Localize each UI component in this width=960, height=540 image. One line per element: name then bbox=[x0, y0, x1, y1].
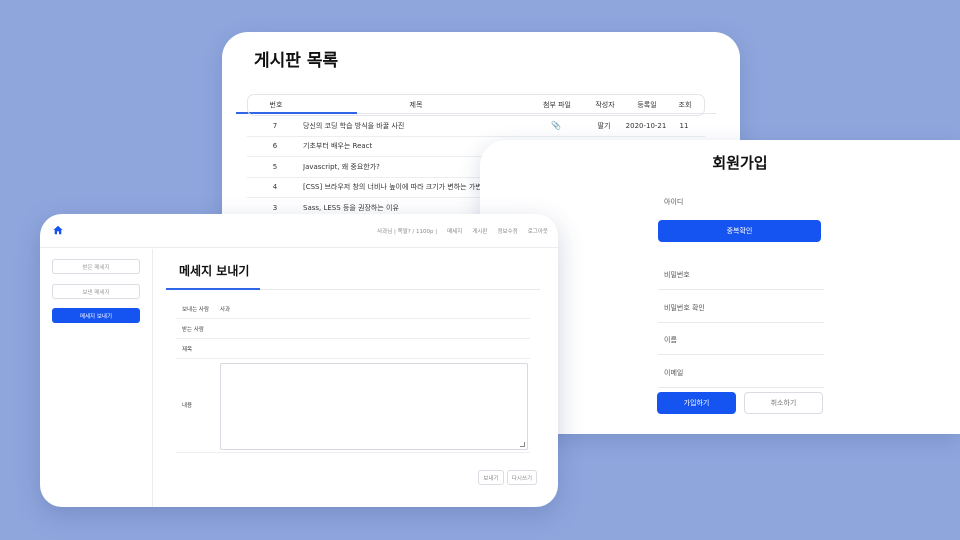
sender-row: 보내는 사람 사과 bbox=[176, 299, 530, 319]
nav-edit-profile[interactable]: 정보수정 bbox=[498, 227, 518, 235]
join-button[interactable]: 가입하기 bbox=[657, 392, 736, 414]
content-label: 내용 bbox=[182, 403, 193, 409]
row-title[interactable]: 당신의 코딩 학습 방식을 바꿀 사진 bbox=[303, 121, 527, 131]
cancel-button[interactable]: 취소하기 bbox=[744, 392, 823, 414]
resize-handle-icon[interactable] bbox=[520, 442, 525, 447]
message-window: 사과님 | 쪽팔? / 1100p | 메세지 게시판 정보수정 로그아웃 받은… bbox=[40, 214, 558, 507]
email-field[interactable]: 이메일 bbox=[658, 358, 824, 388]
top-nav: 사과님 | 쪽팔? / 1100p | 메세지 게시판 정보수정 로그아웃 bbox=[377, 227, 548, 235]
duplicate-check-button[interactable]: 중복확인 bbox=[658, 220, 821, 242]
table-row[interactable]: 7 당신의 코딩 학습 방식을 바꿀 사진 📎 딸기 2020-10-21 11 bbox=[247, 116, 705, 137]
col-title: 제목 bbox=[409, 101, 423, 109]
row-no: 3 bbox=[272, 203, 278, 212]
paperclip-icon[interactable]: 📎 bbox=[527, 121, 585, 130]
col-date: 등록일 bbox=[637, 101, 657, 109]
content-textarea[interactable] bbox=[220, 363, 528, 450]
sidebar-item-sent[interactable]: 보낸 메세지 bbox=[52, 284, 140, 299]
board-title: 게시판 목록 bbox=[254, 51, 339, 71]
title-underline bbox=[166, 288, 260, 290]
row-no: 6 bbox=[272, 142, 278, 151]
nav-board[interactable]: 게시판 bbox=[472, 227, 487, 235]
row-no: 7 bbox=[272, 121, 278, 130]
nav-message[interactable]: 메세지 bbox=[447, 227, 462, 235]
row-writer: 딸기 bbox=[597, 121, 611, 130]
page-title: 메세지 보내기 bbox=[179, 264, 250, 278]
subject-label: 제목 bbox=[182, 346, 193, 353]
receiver-row[interactable]: 받는 사람 bbox=[176, 319, 530, 339]
top-bar: 사과님 | 쪽팔? / 1100p | 메세지 게시판 정보수정 로그아웃 bbox=[40, 214, 558, 248]
id-field[interactable]: 아이디 bbox=[658, 187, 824, 217]
signup-title: 회원가입 bbox=[712, 154, 768, 172]
row-date: 2020-10-21 bbox=[625, 121, 667, 130]
nav-logout[interactable]: 로그아웃 bbox=[528, 227, 548, 235]
sender-value: 사과 bbox=[220, 306, 231, 313]
home-icon[interactable] bbox=[53, 225, 63, 235]
col-writer: 작성자 bbox=[595, 101, 615, 109]
name-field[interactable]: 이름 bbox=[658, 325, 824, 355]
sidebar: 받은 메세지 보낸 메세지 메세지 보내기 bbox=[40, 249, 153, 507]
subject-row[interactable]: 제목 bbox=[176, 339, 530, 359]
send-button[interactable]: 보내기 bbox=[478, 470, 504, 485]
sidebar-item-send[interactable]: 메세지 보내기 bbox=[52, 308, 140, 323]
password-field[interactable]: 비밀번호 bbox=[658, 260, 824, 290]
password-confirm-field[interactable]: 비밀번호 확인 bbox=[658, 293, 824, 323]
rewrite-button[interactable]: 다시쓰기 bbox=[507, 470, 537, 485]
sidebar-item-received[interactable]: 받은 메세지 bbox=[52, 259, 140, 274]
row-no: 4 bbox=[272, 183, 278, 192]
col-no: 번호 bbox=[269, 101, 283, 109]
row-views: 11 bbox=[679, 121, 689, 130]
receiver-label: 받는 사람 bbox=[182, 326, 204, 333]
content-row: 내용 bbox=[176, 359, 530, 453]
user-status: 사과님 | 쪽팔? / 1100p | bbox=[377, 229, 438, 235]
sender-label: 보내는 사람 bbox=[182, 306, 210, 313]
col-views: 조회 bbox=[678, 101, 692, 109]
col-file: 첨부 파일 bbox=[543, 101, 571, 109]
table-header: 번호 제목 첨부 파일 작성자 등록일 조회 bbox=[247, 94, 705, 116]
row-no: 5 bbox=[272, 162, 278, 171]
